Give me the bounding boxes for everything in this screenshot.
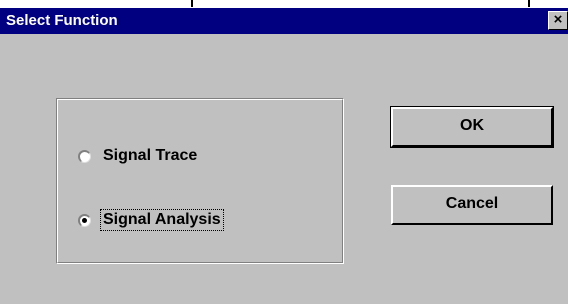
background-tick [528,0,530,7]
background-window-edge [0,0,568,8]
cancel-button[interactable]: Cancel [391,185,553,225]
close-button[interactable]: × [548,11,568,30]
radio-label-signal-analysis: Signal Analysis [100,209,224,231]
radio-label-signal-trace: Signal Trace [103,147,198,164]
radio-button-icon[interactable] [78,213,91,227]
dialog-title: Select Function [6,12,118,29]
function-option-group: Signal Trace Signal Analysis [56,98,344,264]
radio-signal-analysis[interactable]: Signal Analysis [78,208,224,232]
close-icon: × [553,11,563,28]
title-bar[interactable]: Select Function × [0,8,568,34]
radio-selected-dot [82,217,87,223]
function-option-group-frame: Signal Trace Signal Analysis [57,99,343,263]
ok-button[interactable]: OK [390,106,554,148]
select-function-dialog: Select Function × Signal Trace Signal An… [0,8,568,304]
background-tick [191,0,193,7]
radio-signal-trace[interactable]: Signal Trace [78,144,199,168]
radio-button-icon[interactable] [78,149,91,163]
